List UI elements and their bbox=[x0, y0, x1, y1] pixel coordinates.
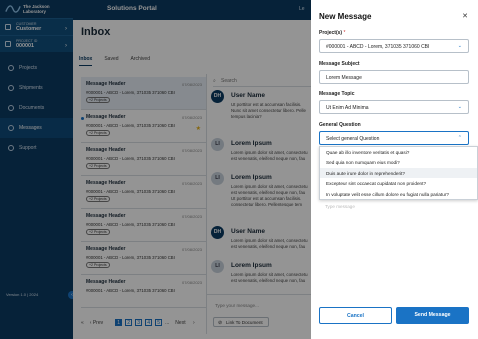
question-field-label: General Question bbox=[319, 122, 361, 128]
project-field-label: Project(s) * bbox=[319, 30, 345, 36]
question-option[interactable]: Sed quia non numquam eius modi? bbox=[320, 157, 477, 167]
project-select[interactable]: #000001 - ABCD - Lorem, 371035 371060 CB… bbox=[319, 39, 469, 53]
chevron-down-icon: ⌄ bbox=[457, 43, 462, 49]
message-textarea[interactable]: Type message bbox=[325, 204, 355, 209]
question-option[interactable]: Quae ab illo inventore veritatis et quas… bbox=[320, 147, 477, 157]
question-option[interactable]: In voluptate velit esse cillum dolore eu… bbox=[320, 189, 477, 199]
question-dropdown-menu: Quae ab illo inventore veritatis et quas… bbox=[319, 146, 478, 200]
send-message-button[interactable]: Send Message bbox=[396, 307, 469, 324]
topic-field-label: Message Topic bbox=[319, 91, 355, 97]
chevron-up-icon: ⌃ bbox=[457, 135, 462, 141]
topic-select[interactable]: Ut Enim Ad Minima ⌄ bbox=[319, 100, 469, 114]
project-select-value: #000001 - ABCD - Lorem, 371035 371060 CB… bbox=[326, 44, 430, 50]
chevron-down-icon: ⌄ bbox=[457, 104, 462, 110]
question-option[interactable]: Excepteur sint occaecat cupidatat non pr… bbox=[320, 178, 477, 188]
panel-title: New Message bbox=[319, 12, 372, 21]
question-option[interactable]: Duis aute irure dolor in reprehenderit? bbox=[320, 167, 477, 179]
cancel-button[interactable]: Cancel bbox=[319, 307, 392, 324]
close-icon[interactable]: ✕ bbox=[462, 12, 468, 20]
required-mark: * bbox=[343, 30, 346, 36]
subject-field[interactable]: Lorem Message bbox=[319, 70, 469, 84]
topic-select-value: Ut Enim Ad Minima bbox=[326, 105, 369, 111]
subject-field-label: Message Subject bbox=[319, 61, 360, 67]
question-select[interactable]: Select general Question ⌃ bbox=[319, 131, 469, 145]
question-select-placeholder: Select general Question bbox=[326, 136, 380, 142]
project-label-text: Project(s) bbox=[319, 30, 343, 36]
